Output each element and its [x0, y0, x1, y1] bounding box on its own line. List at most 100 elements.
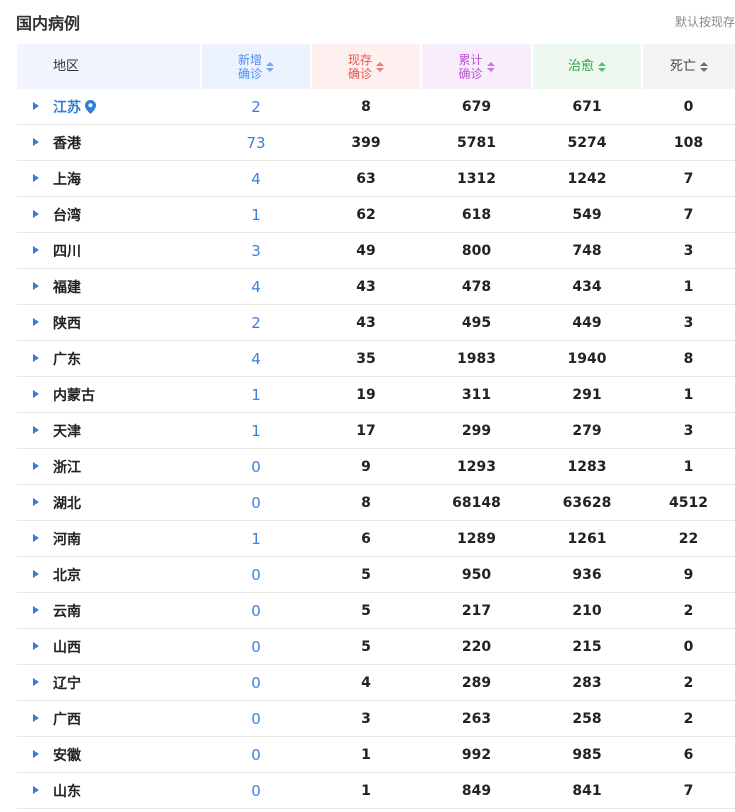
table-row[interactable]: 北京 0 5 950 936 9 [17, 556, 735, 593]
region-name: 福建 [53, 279, 81, 296]
expand-arrow-icon[interactable] [33, 641, 39, 650]
new-confirmed-cell: 0 [201, 628, 311, 665]
table-row[interactable]: 河南 1 6 1289 1261 22 [17, 520, 735, 557]
region-cell[interactable]: 山西 [17, 628, 201, 665]
dead-cell: 1 [642, 268, 735, 305]
cured-cell: 449 [532, 304, 642, 341]
table-row[interactable]: 云南 0 5 217 210 2 [17, 592, 735, 629]
expand-arrow-icon[interactable] [33, 245, 39, 254]
expand-arrow-icon[interactable] [33, 785, 39, 794]
region-cell[interactable]: 湖北 [17, 484, 201, 521]
total-confirmed-cell: 950 [421, 556, 532, 593]
region-cell[interactable]: 广西 [17, 700, 201, 737]
total-confirmed-cell: 495 [421, 304, 532, 341]
table-row[interactable]: 香港 73 399 5781 5274 108 [17, 124, 735, 161]
new-confirmed-cell: 0 [201, 556, 311, 593]
region-name: 陕西 [53, 315, 81, 332]
region-cell[interactable]: 福建 [17, 268, 201, 305]
region-cell[interactable]: 北京 [17, 556, 201, 593]
expand-arrow-icon[interactable] [33, 317, 39, 326]
expand-arrow-icon[interactable] [33, 605, 39, 614]
header-current-confirmed[interactable]: 现存 确诊 [311, 44, 422, 89]
cured-cell: 1261 [532, 520, 642, 557]
expand-arrow-icon[interactable] [33, 497, 39, 506]
region-cell[interactable]: 浙江 [17, 448, 201, 485]
cured-cell: 1283 [532, 448, 642, 485]
table-row[interactable]: 天津 1 17 299 279 3 [17, 412, 735, 449]
sort-mode-selector[interactable]: 默认按现存 [675, 13, 735, 30]
expand-arrow-icon[interactable] [33, 533, 39, 542]
expand-arrow-icon[interactable] [33, 461, 39, 470]
dead-cell: 8 [642, 340, 735, 377]
region-name: 山西 [53, 639, 81, 656]
cured-cell: 1242 [532, 160, 642, 197]
table-row[interactable]: 台湾 1 62 618 549 7 [17, 196, 735, 233]
region-cell[interactable]: 天津 [17, 412, 201, 449]
expand-arrow-icon[interactable] [33, 137, 39, 146]
header-cured[interactable]: 治愈 [532, 44, 643, 89]
table-row[interactable]: 四川 3 49 800 748 3 [17, 232, 735, 269]
region-cell[interactable]: 江苏 [17, 89, 201, 125]
region-cell[interactable]: 台湾 [17, 196, 201, 233]
table-row[interactable]: 山西 0 5 220 215 0 [17, 628, 735, 665]
new-confirmed-cell: 0 [201, 772, 311, 809]
table-row[interactable]: 山东 0 1 849 841 7 [17, 772, 735, 809]
region-cell[interactable]: 上海 [17, 160, 201, 197]
expand-arrow-icon[interactable] [33, 425, 39, 434]
total-confirmed-cell: 299 [421, 412, 532, 449]
current-confirmed-cell: 17 [311, 412, 421, 449]
region-cell[interactable]: 四川 [17, 232, 201, 269]
new-confirmed-cell: 4 [201, 340, 311, 377]
region-cell[interactable]: 香港 [17, 124, 201, 161]
region-cell[interactable]: 安徽 [17, 736, 201, 773]
region-cell[interactable]: 广东 [17, 340, 201, 377]
table-row[interactable]: 内蒙古 1 19 311 291 1 [17, 376, 735, 413]
expand-arrow-icon[interactable] [33, 389, 39, 398]
expand-arrow-icon[interactable] [33, 209, 39, 218]
expand-arrow-icon[interactable] [33, 101, 39, 110]
expand-arrow-icon[interactable] [33, 353, 39, 362]
expand-arrow-icon[interactable] [33, 173, 39, 182]
region-name: 云南 [53, 603, 81, 620]
header-new-confirmed[interactable]: 新增 确诊 [201, 44, 312, 89]
table-row[interactable]: 广东 4 35 1983 1940 8 [17, 340, 735, 377]
sort-icon[interactable] [266, 61, 274, 72]
table-row[interactable]: 上海 4 63 1312 1242 7 [17, 160, 735, 197]
region-cell[interactable]: 云南 [17, 592, 201, 629]
expand-arrow-icon[interactable] [33, 569, 39, 578]
expand-arrow-icon[interactable] [33, 749, 39, 758]
sort-icon[interactable] [486, 61, 495, 72]
table-row[interactable]: 安徽 0 1 992 985 6 [17, 736, 735, 773]
current-confirmed-cell: 43 [311, 268, 421, 305]
expand-arrow-icon[interactable] [33, 713, 39, 722]
new-confirmed-cell: 0 [201, 736, 311, 773]
current-confirmed-cell: 8 [311, 484, 421, 521]
region-name: 湖北 [53, 495, 81, 512]
header-total-confirmed[interactable]: 累计 确诊 [421, 44, 533, 89]
header-dead[interactable]: 死亡 [642, 44, 735, 89]
new-confirmed-cell: 1 [201, 412, 311, 449]
total-confirmed-cell: 478 [421, 268, 532, 305]
region-cell[interactable]: 内蒙古 [17, 376, 201, 413]
expand-arrow-icon[interactable] [33, 677, 39, 686]
table-row[interactable]: 陕西 2 43 495 449 3 [17, 304, 735, 341]
table-row[interactable]: 福建 4 43 478 434 1 [17, 268, 735, 305]
sort-icon[interactable] [376, 61, 384, 72]
region-cell[interactable]: 河南 [17, 520, 201, 557]
table-row[interactable]: 浙江 0 9 1293 1283 1 [17, 448, 735, 485]
table-row[interactable]: 江苏 2 8 679 671 0 [17, 89, 735, 125]
sort-icon[interactable] [598, 61, 606, 72]
current-confirmed-cell: 9 [311, 448, 421, 485]
table-row[interactable]: 辽宁 0 4 289 283 2 [17, 664, 735, 701]
expand-arrow-icon[interactable] [33, 281, 39, 290]
region-cell[interactable]: 陕西 [17, 304, 201, 341]
region-cell[interactable]: 山东 [17, 772, 201, 809]
table-row[interactable]: 广西 0 3 263 258 2 [17, 700, 735, 737]
table-row[interactable]: 湖北 0 8 68148 63628 4512 [17, 484, 735, 521]
cured-cell: 1940 [532, 340, 642, 377]
current-confirmed-cell: 63 [311, 160, 421, 197]
region-cell[interactable]: 辽宁 [17, 664, 201, 701]
total-confirmed-cell: 1312 [421, 160, 532, 197]
region-name[interactable]: 江苏 [53, 100, 81, 116]
sort-icon[interactable] [700, 61, 708, 72]
